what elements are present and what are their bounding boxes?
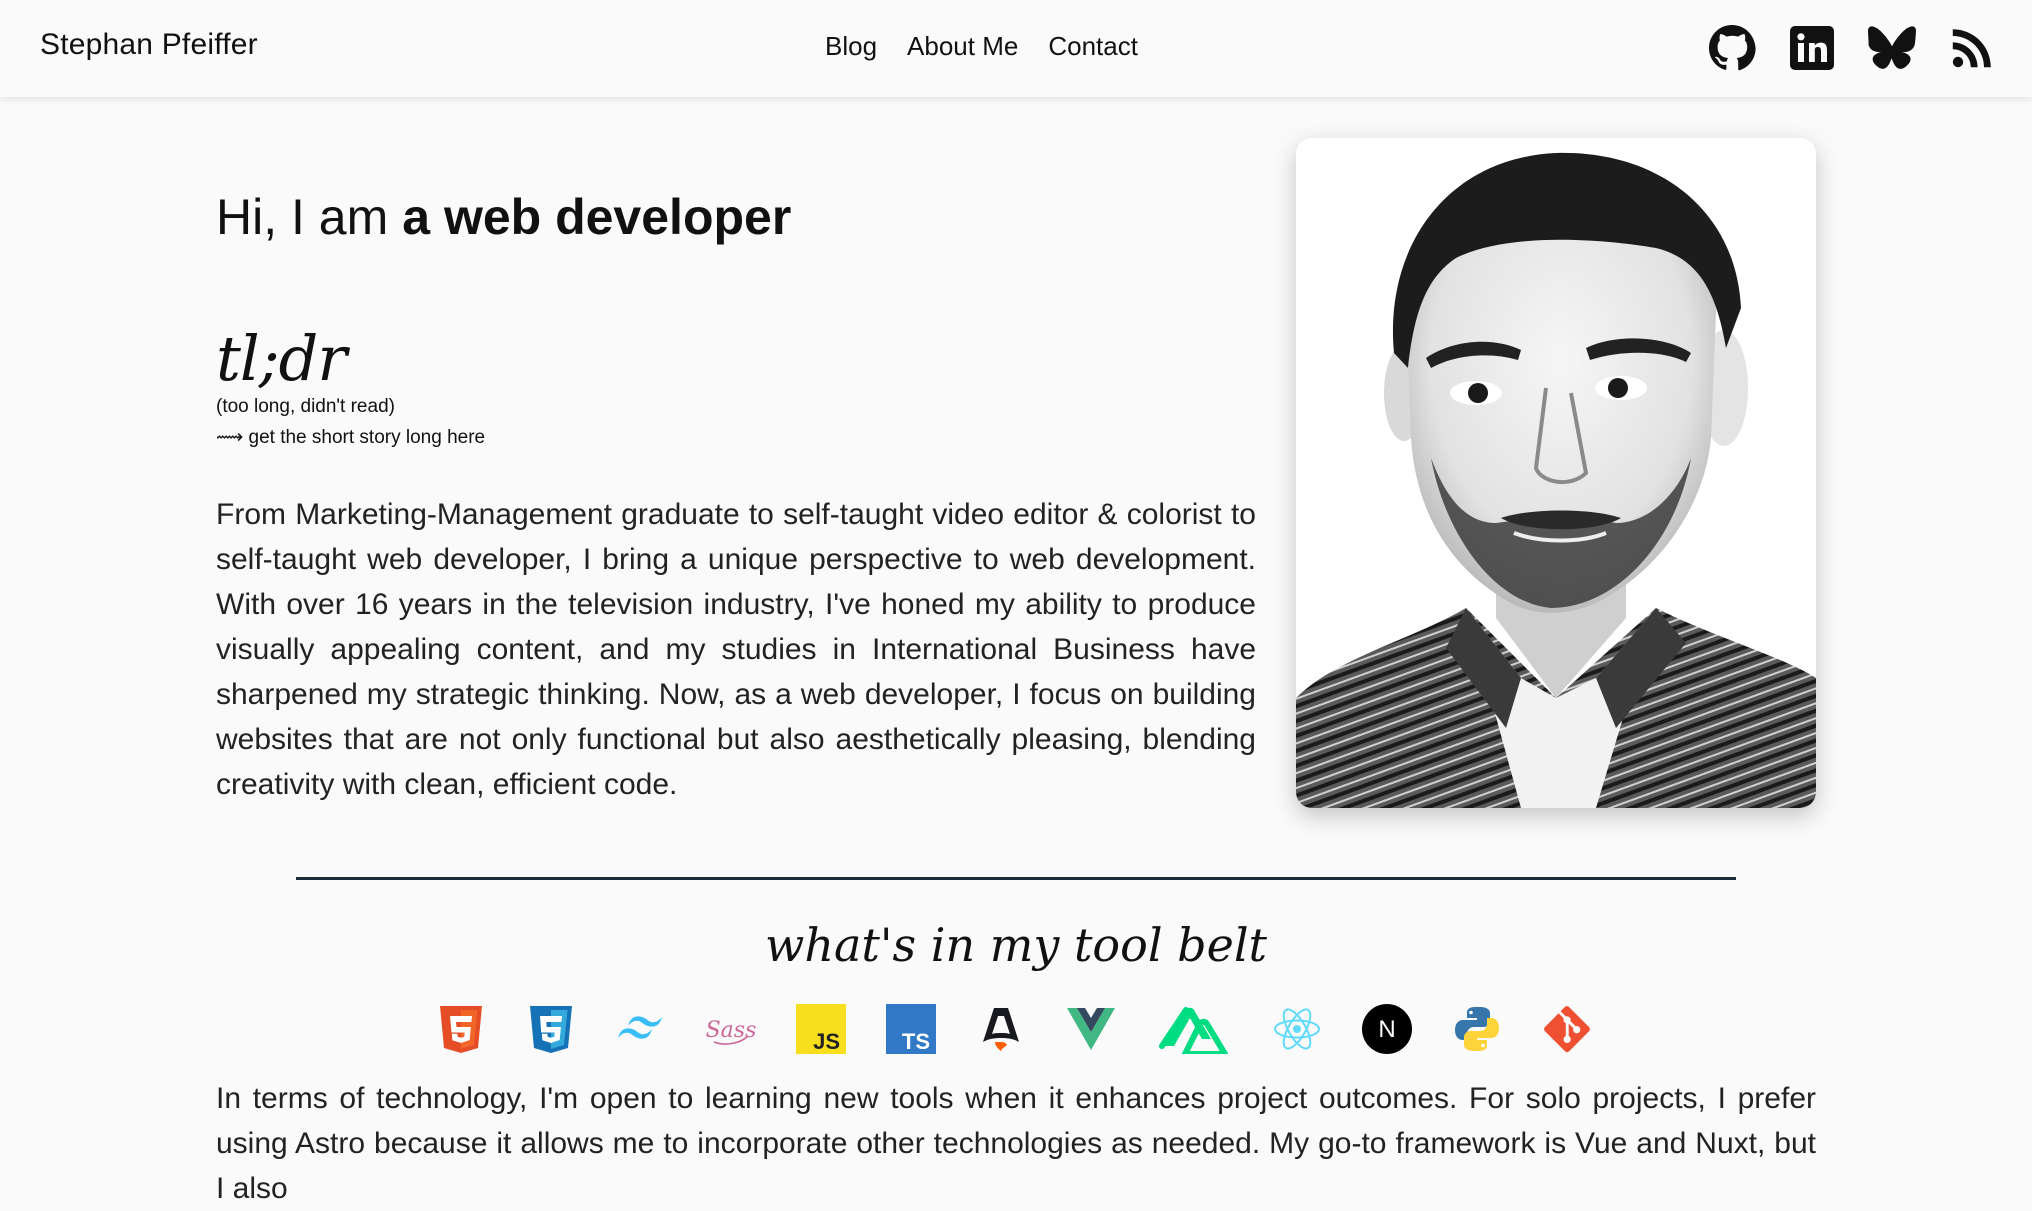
nuxt-icon bbox=[1156, 1004, 1232, 1054]
html5-icon bbox=[436, 1004, 486, 1054]
javascript-icon-label: JS bbox=[813, 1029, 840, 1054]
react-icon bbox=[1272, 1004, 1322, 1054]
section-divider bbox=[296, 877, 1736, 880]
tldr-subtitle: (too long, didn't read) bbox=[216, 396, 395, 417]
vue-icon bbox=[1066, 1004, 1116, 1054]
rss-icon[interactable] bbox=[1948, 24, 1996, 72]
toolbelt-heading: what's in my tool belt bbox=[764, 918, 1268, 972]
nav-blog[interactable]: Blog bbox=[825, 31, 877, 62]
tech-paragraph: In terms of technology, I'm open to lear… bbox=[216, 1082, 1816, 1205]
sass-icon: Sass bbox=[706, 1004, 756, 1054]
hero-role: a web developer bbox=[402, 189, 792, 245]
linkedin-icon[interactable] bbox=[1788, 24, 1836, 72]
nextjs-icon-label: N bbox=[1378, 1016, 1395, 1043]
portrait-photo bbox=[1296, 138, 1816, 808]
hero-greeting: Hi, I am bbox=[216, 189, 389, 245]
site-header: Stephan Pfeiffer Blog About Me Contact bbox=[0, 0, 2032, 97]
python-icon bbox=[1452, 1004, 1502, 1054]
bluesky-icon[interactable] bbox=[1868, 24, 1916, 72]
sass-icon-label: Sass bbox=[706, 1018, 756, 1043]
css3-icon bbox=[526, 1004, 576, 1054]
short-story-link[interactable]: ⟿ get the short story long here bbox=[216, 426, 485, 449]
tool-icons-row: Sass JS TS N bbox=[436, 1004, 1592, 1054]
site-brand[interactable]: Stephan Pfeiffer bbox=[40, 28, 258, 62]
social-links bbox=[1708, 24, 1996, 72]
tailwind-icon bbox=[616, 1004, 666, 1054]
nextjs-icon: N bbox=[1362, 1004, 1412, 1054]
intro-paragraph: From Marketing-Management graduate to se… bbox=[216, 498, 1256, 801]
git-icon bbox=[1542, 1004, 1592, 1054]
github-icon[interactable] bbox=[1708, 24, 1756, 72]
tldr-heading: tl;dr bbox=[216, 322, 347, 395]
typescript-icon: TS bbox=[886, 1004, 936, 1054]
nav-about-me[interactable]: About Me bbox=[907, 31, 1018, 62]
typescript-icon-label: TS bbox=[902, 1029, 930, 1054]
astro-icon bbox=[976, 1004, 1026, 1054]
javascript-icon: JS bbox=[796, 1004, 846, 1054]
nav-contact[interactable]: Contact bbox=[1048, 31, 1138, 62]
main-nav: Blog About Me Contact bbox=[825, 31, 1138, 62]
hero-title: Hi, I am a web developer bbox=[216, 188, 791, 246]
